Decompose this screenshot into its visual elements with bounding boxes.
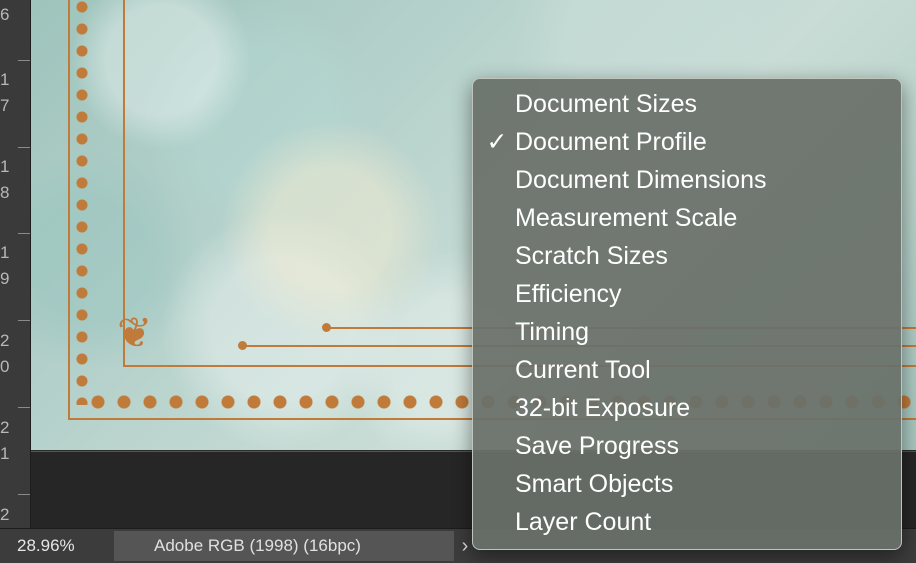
ruler-tick <box>18 147 30 148</box>
ruler-tick <box>18 407 30 408</box>
menu-item-32-bit-exposure[interactable]: 32-bit Exposure <box>473 389 901 427</box>
ruler-label: 1 <box>0 70 10 89</box>
menu-item-label: Smart Objects <box>515 470 674 498</box>
menu-item-label: Scratch Sizes <box>515 242 668 270</box>
status-info-menu: Document Sizes ✓ Document Profile Docume… <box>472 78 902 550</box>
ruler-label: 1 <box>0 157 10 176</box>
menu-item-document-dimensions[interactable]: Document Dimensions <box>473 161 901 199</box>
menu-item-label: Document Profile <box>515 128 707 156</box>
ornament-dot <box>238 341 247 350</box>
menu-item-label: Document Sizes <box>515 90 698 118</box>
menu-item-document-profile[interactable]: ✓ Document Profile <box>473 123 901 161</box>
ruler-tick <box>18 60 30 61</box>
checkmark-icon: ✓ <box>486 128 508 156</box>
ruler-label: 1 <box>0 444 10 463</box>
ruler-label: 9 <box>0 269 10 288</box>
menu-item-document-sizes[interactable]: Document Sizes <box>473 85 901 123</box>
ruler-label: 7 <box>0 96 10 115</box>
ruler-label: 1 <box>0 243 10 262</box>
menu-item-label: Document Dimensions <box>515 166 767 194</box>
menu-item-label: Current Tool <box>515 356 651 384</box>
ruler-tick <box>18 233 30 234</box>
ruler-tick <box>18 320 30 321</box>
ruler-label: 6 <box>0 5 10 24</box>
ornament-dot <box>322 323 331 332</box>
ornament-flourish-icon: ❦ <box>117 309 153 356</box>
menu-item-label: Layer Count <box>515 508 652 536</box>
ruler-tick <box>18 494 30 495</box>
menu-item-smart-objects[interactable]: Smart Objects <box>473 465 901 503</box>
menu-item-scratch-sizes[interactable]: Scratch Sizes <box>473 237 901 275</box>
menu-item-efficiency[interactable]: Efficiency <box>473 275 901 313</box>
ornament-beads-vertical <box>75 0 89 405</box>
ruler-label: 2 <box>0 331 10 350</box>
menu-item-label: Timing <box>515 318 590 346</box>
menu-item-label: Save Progress <box>515 432 679 460</box>
menu-item-label: Efficiency <box>515 280 622 308</box>
ruler-label: 2 <box>0 418 10 437</box>
menu-item-save-progress[interactable]: Save Progress <box>473 427 901 465</box>
menu-item-label: Measurement Scale <box>515 204 738 232</box>
document-info-field[interactable]: Adobe RGB (1998) (16bpc) <box>114 531 454 561</box>
zoom-level-field[interactable]: 28.96% <box>0 529 112 563</box>
menu-item-current-tool[interactable]: Current Tool <box>473 351 901 389</box>
menu-item-layer-count[interactable]: Layer Count <box>473 503 901 541</box>
menu-item-measurement-scale[interactable]: Measurement Scale <box>473 199 901 237</box>
ruler-label: 8 <box>0 183 10 202</box>
menu-item-timing[interactable]: Timing <box>473 313 901 351</box>
vertical-ruler: 6 1 7 1 8 1 9 2 0 2 1 2 <box>0 0 31 528</box>
ruler-label: 0 <box>0 357 10 376</box>
menu-item-label: 32-bit Exposure <box>515 394 691 422</box>
ruler-label: 2 <box>0 505 10 524</box>
